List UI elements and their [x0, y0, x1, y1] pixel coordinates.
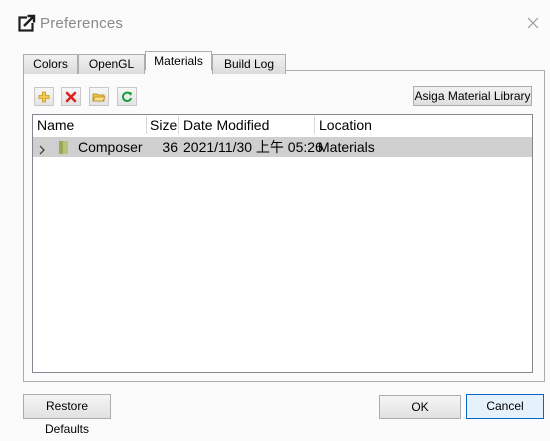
row-date-modified: 2021/11/30 上午 05:26 [183, 139, 323, 155]
column-divider [146, 116, 147, 134]
tab-colors[interactable]: Colors [23, 54, 78, 74]
tab-materials[interactable]: Materials [145, 51, 212, 71]
open-folder-button[interactable] [89, 87, 109, 106]
row-location: Materials [318, 139, 375, 155]
column-header-name[interactable]: Name [37, 115, 74, 135]
chevron-right-icon[interactable] [37, 142, 47, 155]
window-title: Preferences [40, 15, 124, 32]
refresh-icon [122, 91, 133, 102]
column-divider [314, 116, 315, 134]
folder-open-icon [92, 93, 106, 101]
column-header-size[interactable]: Size [150, 115, 177, 135]
close-icon[interactable] [524, 14, 542, 32]
row-size: 36 [162, 139, 178, 155]
column-header-date-modified[interactable]: Date Modified [183, 115, 269, 135]
column-header-location[interactable]: Location [319, 115, 372, 135]
refresh-button[interactable] [117, 87, 137, 106]
ok-button[interactable]: OK [379, 395, 461, 419]
add-material-button[interactable] [34, 87, 54, 106]
edit-external-icon [18, 14, 36, 32]
cancel-button[interactable]: Cancel [466, 394, 544, 419]
delete-material-button[interactable] [61, 87, 81, 106]
tab-opengl[interactable]: OpenGL [78, 54, 145, 74]
restore-defaults-button[interactable]: Restore Defaults [23, 394, 111, 436]
delete-icon [65, 91, 77, 102]
column-divider [178, 116, 179, 134]
tab-build-log[interactable]: Build Log [212, 54, 286, 74]
folder-icon [58, 140, 70, 155]
row-name: Composer [78, 139, 143, 155]
asiga-material-library-button[interactable]: Asiga Material Library [413, 86, 532, 106]
add-icon [38, 91, 50, 102]
